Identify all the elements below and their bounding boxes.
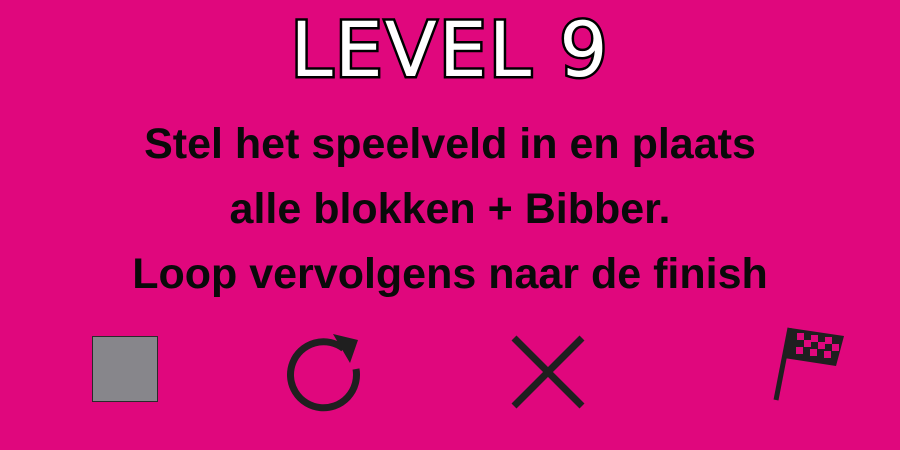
- instruction-line: Loop vervolgens naar de finish: [132, 250, 768, 298]
- stop-button[interactable]: [92, 336, 160, 404]
- instructions-text: Stel het speelveld in en plaats alle blo…: [0, 112, 900, 307]
- control-bar: [0, 320, 900, 415]
- level-title: LEVEL 9: [288, 3, 610, 97]
- instruction-line: Stel het speelveld in en plaats: [144, 120, 756, 168]
- finish-button[interactable]: [770, 320, 850, 404]
- restart-button[interactable]: [280, 326, 366, 412]
- stop-square-icon: [92, 336, 158, 402]
- restart-icon: [287, 334, 360, 412]
- finish-flag-icon: [773, 327, 844, 401]
- instruction-line: alle blokken + Bibber.: [229, 185, 671, 233]
- close-button[interactable]: [508, 332, 588, 412]
- close-icon: [511, 335, 585, 409]
